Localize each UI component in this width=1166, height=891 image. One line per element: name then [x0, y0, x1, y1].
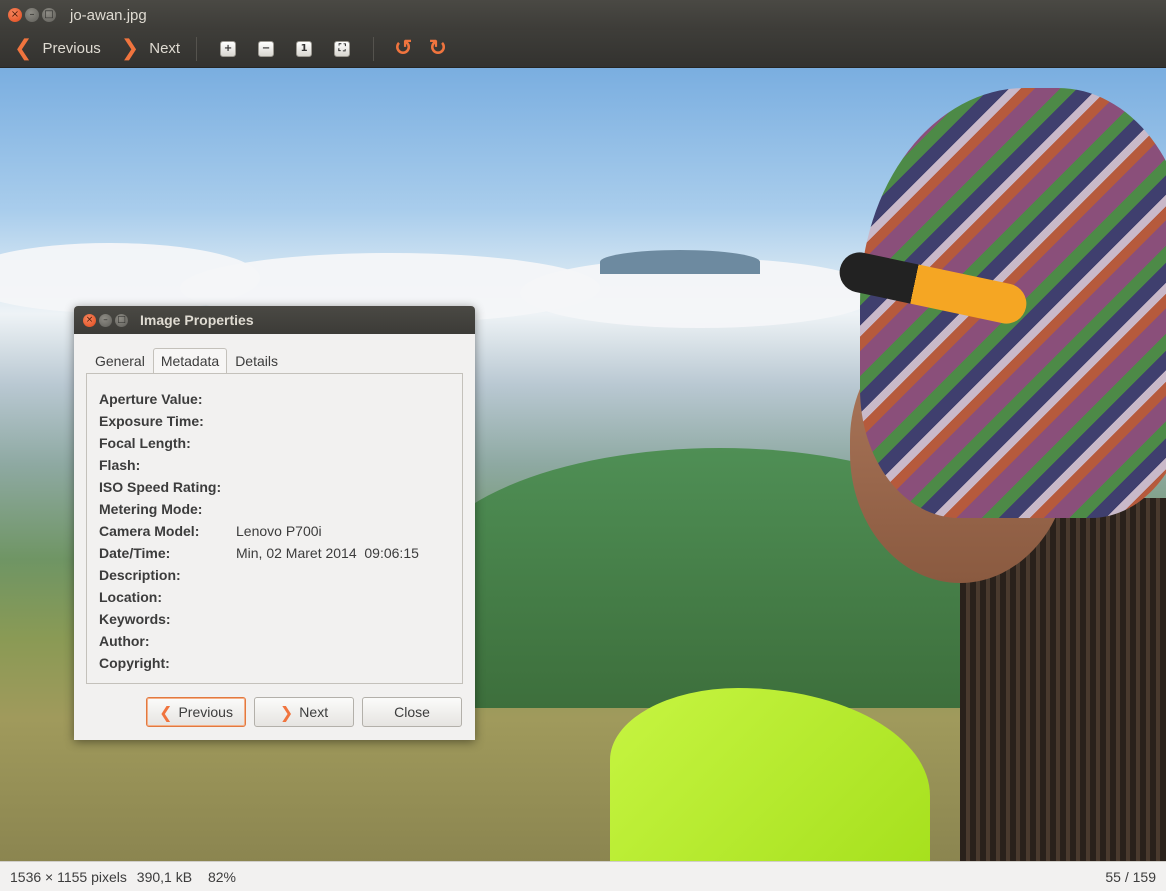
dialog-buttons: ❮ Previous ❯ Next Close — [146, 697, 462, 727]
metadata-label: Exposure Time: — [99, 413, 204, 429]
image-position: 55 / 159 — [1105, 868, 1156, 885]
zoom-out-icon[interactable]: − — [258, 40, 275, 57]
metadata-label: Camera Model: — [99, 523, 200, 539]
image-properties-dialog: × – □ Image Properties General Metadata … — [74, 306, 475, 740]
window-titlebar: × – □ jo-awan.jpg — [0, 0, 1166, 30]
metadata-row: Camera Model: Lenovo P700i — [87, 520, 462, 542]
metadata-row: Metering Mode: — [87, 498, 462, 520]
dialog-minimize-icon[interactable]: – — [99, 313, 112, 327]
metadata-label: Focal Length: — [99, 435, 191, 451]
rotate-right-icon[interactable]: ↻ — [429, 37, 447, 60]
image-mountain — [600, 250, 760, 274]
metadata-row: Copyright: — [87, 652, 462, 674]
image-filesize: 390,1 kB — [136, 868, 193, 885]
chevron-left-icon: ❮ — [14, 35, 33, 61]
metadata-row: Location: — [87, 586, 462, 608]
image-dimensions: 1536 × 1155 pixels — [10, 868, 127, 885]
metadata-row: ISO Speed Rating: — [87, 476, 462, 498]
metadata-label: Description: — [99, 567, 181, 583]
metadata-panel: Aperture Value: Exposure Time: Focal Len… — [86, 373, 463, 684]
metadata-label: Aperture Value: — [99, 391, 203, 407]
image-person-shirt — [610, 688, 930, 861]
window-maximize-button[interactable]: □ — [42, 8, 56, 22]
metadata-row: Description: — [87, 564, 462, 586]
metadata-label: Metering Mode: — [99, 501, 203, 517]
metadata-row: Aperture Value: — [87, 388, 462, 410]
metadata-label: Keywords: — [99, 611, 171, 627]
statusbar: 1536 × 1155 pixels 390,1 kB 82% 55 / 159 — [0, 861, 1166, 891]
metadata-label: Location: — [99, 589, 162, 605]
dialog-previous-button[interactable]: ❮ Previous — [146, 697, 246, 727]
chevron-left-icon: ❮ — [159, 702, 173, 722]
dialog-tabs: General Metadata Details — [87, 348, 286, 374]
toolbar-separator — [196, 36, 198, 61]
dialog-title: Image Properties — [140, 312, 254, 328]
zoom-in-icon[interactable]: + — [220, 40, 237, 57]
metadata-row: Exposure Time: — [87, 410, 462, 432]
dialog-close-label: Close — [394, 704, 430, 720]
chevron-right-icon: ❯ — [120, 35, 140, 61]
tab-details[interactable]: Details — [227, 348, 286, 374]
metadata-row: Author: — [87, 630, 462, 652]
dialog-next-label: Next — [299, 704, 329, 720]
previous-label: Previous — [42, 40, 101, 57]
chevron-right-icon: ❯ — [279, 702, 294, 722]
metadata-row: Date/Time: Min, 02 Maret 2014 09:06:15 — [87, 542, 462, 564]
next-label: Next — [149, 40, 181, 57]
metadata-value: Lenovo P700i — [236, 523, 322, 539]
toolbar-separator — [373, 36, 375, 61]
metadata-label: ISO Speed Rating: — [99, 479, 222, 495]
dialog-next-button[interactable]: ❯ Next — [254, 697, 354, 727]
metadata-label: Flash: — [99, 457, 141, 473]
dialog-close-button[interactable]: Close — [362, 697, 462, 727]
dialog-titlebar[interactable]: × – □ Image Properties — [74, 306, 475, 334]
metadata-label: Author: — [99, 633, 150, 649]
dialog-close-icon[interactable]: × — [83, 313, 96, 327]
dialog-previous-label: Previous — [178, 704, 233, 720]
statusbar-info: 1536 × 1155 pixels 390,1 kB 82% — [10, 869, 242, 885]
previous-button[interactable]: ❮ Previous — [10, 34, 105, 64]
window-controls: × – □ — [8, 8, 56, 22]
tab-metadata[interactable]: Metadata — [152, 348, 228, 374]
zoom-normal-icon[interactable]: 1 — [296, 40, 313, 57]
metadata-row: Keywords: — [87, 608, 462, 630]
image-zoom: 82% — [207, 868, 236, 885]
dialog-window-controls: × – □ — [83, 313, 128, 327]
rotate-left-icon[interactable]: ↺ — [394, 37, 412, 60]
window-minimize-button[interactable]: – — [25, 8, 39, 22]
metadata-label: Date/Time: — [99, 545, 171, 561]
toolbar: ❮ Previous ❯ Next + − 1 ⛶ ↺ ↻ — [0, 30, 1166, 68]
tab-general[interactable]: General — [87, 348, 153, 374]
metadata-row: Flash: — [87, 454, 462, 476]
metadata-row: Focal Length: — [87, 432, 462, 454]
metadata-label: Copyright: — [99, 655, 170, 671]
next-button[interactable]: ❯ Next — [117, 34, 184, 64]
dialog-maximize-icon[interactable]: □ — [115, 313, 128, 327]
window-title: jo-awan.jpg — [70, 6, 147, 24]
window-close-button[interactable]: × — [8, 8, 22, 22]
zoom-fit-icon[interactable]: ⛶ — [334, 40, 351, 57]
metadata-value: Min, 02 Maret 2014 09:06:15 — [236, 545, 419, 561]
